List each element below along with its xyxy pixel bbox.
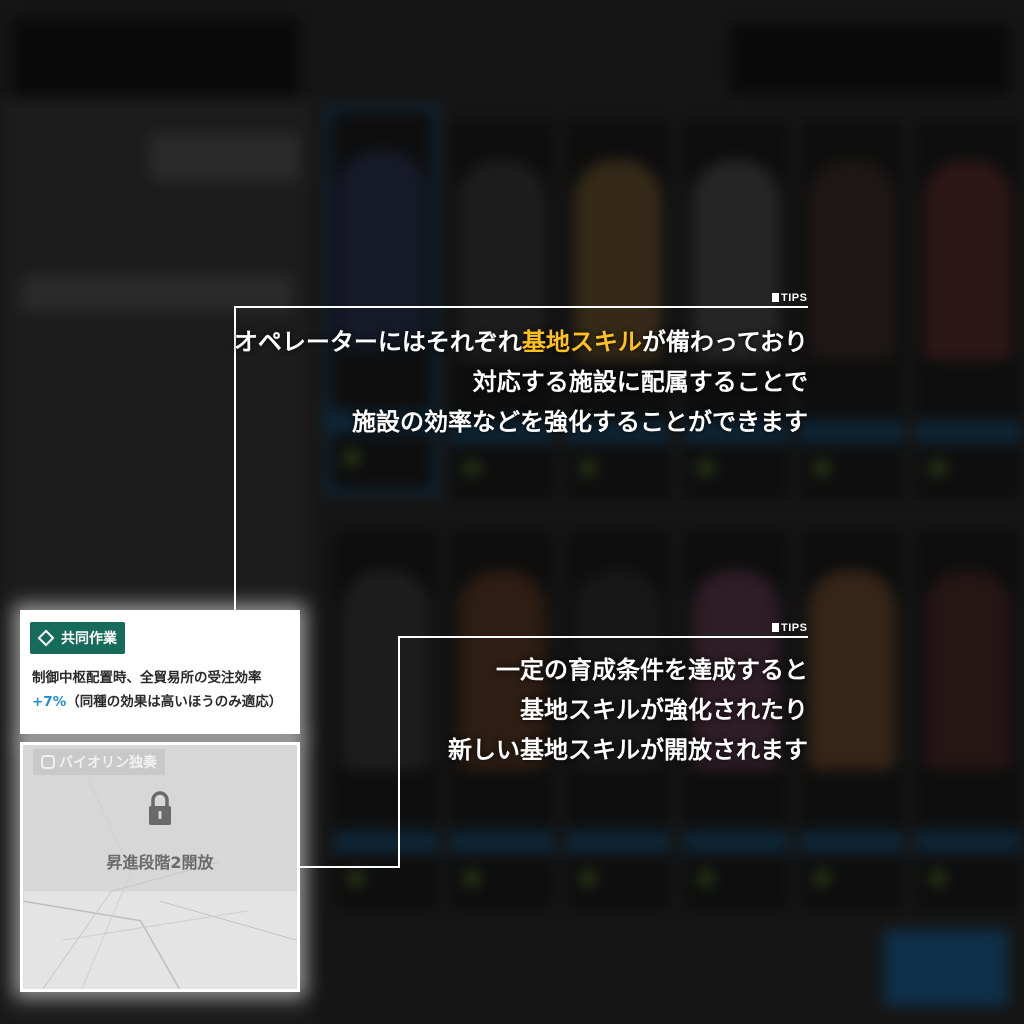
- skill-description: 制御中枢配置時、全貿易所の受注効率 +7%（同種の効果は高いほうのみ適応）: [32, 666, 294, 714]
- skill-type-icon: [41, 755, 55, 769]
- locked-skill-name: バイオリン独奏: [59, 755, 157, 771]
- tip2-tag: TIPS: [772, 622, 807, 634]
- lock-icon: [149, 791, 171, 825]
- tip1-connector-horizontal: [234, 306, 808, 308]
- tip1-line3: 施設の効率などを強化することができます: [352, 408, 808, 436]
- diamond-icon: [37, 629, 55, 647]
- skill-desc-note: （同種の効果は高いほうのみ適応）: [66, 694, 283, 710]
- unlock-condition-text: 昇進段階2開放: [106, 853, 214, 872]
- tip1-line2: 対応する施設に配属することで: [472, 368, 808, 396]
- base-skill-card-locked[interactable]: バイオリン独奏 昇進段階2開放: [20, 742, 300, 992]
- locked-skill-name-badge: バイオリン独奏: [33, 749, 165, 775]
- base-skill-card-unlocked[interactable]: 共同作業 制御中枢配置時、全貿易所の受注効率 +7%（同種の効果は高いほうのみ適応…: [20, 610, 300, 734]
- tip2-connector-vertical: [398, 636, 400, 868]
- tip1-line1-before: オペレーターにはそれぞれ: [233, 328, 522, 356]
- skill-name-badge: 共同作業: [30, 622, 125, 654]
- skill-desc-text: 制御中枢配置時、全貿易所の受注効率: [32, 670, 262, 686]
- skill-bonus-value: +7%: [32, 694, 67, 710]
- tip2-line2: 基地スキルが強化されたり: [520, 696, 808, 724]
- tip2-connector-bottom: [300, 866, 400, 868]
- tip1-line1-after: が備わっており: [641, 328, 808, 356]
- tip2-line1: 一定の育成条件を達成すると: [496, 656, 808, 684]
- tip2-line3: 新しい基地スキルが開放されます: [448, 736, 808, 764]
- tip1-highlight: 基地スキル: [521, 328, 642, 356]
- tip2-connector-horizontal: [398, 636, 808, 638]
- tip1-text: オペレーターにはそれぞれ基地スキルが備わっており 対応する施設に配属することで …: [234, 322, 808, 442]
- tip1-tag: TIPS: [772, 292, 807, 304]
- skill-name: 共同作業: [61, 631, 117, 647]
- tip1-line1: オペレーターにはそれぞれ基地スキルが備わっており: [234, 322, 808, 362]
- tip2-text: 一定の育成条件を達成すると 基地スキルが強化されたり 新しい基地スキルが開放され…: [448, 650, 808, 770]
